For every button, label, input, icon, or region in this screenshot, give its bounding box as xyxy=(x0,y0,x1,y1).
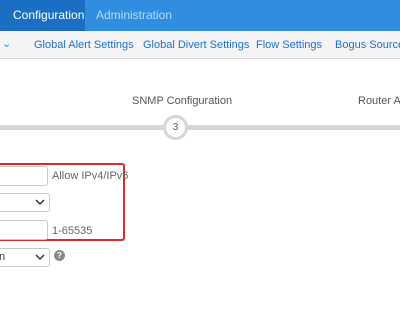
version-select-value: n xyxy=(0,251,6,263)
subnav-item-bogus-source[interactable]: Bogus Source I xyxy=(335,39,400,51)
version-select[interactable]: n xyxy=(0,248,50,267)
wizard-step-3[interactable]: 3 xyxy=(163,115,188,140)
tab-configuration[interactable]: Configuration xyxy=(0,0,85,31)
wizard-step-label-router-alert: Router Ale xyxy=(358,95,400,107)
wizard-step-label-snmp: SNMP Configuration xyxy=(132,95,233,107)
help-icon[interactable]: ? xyxy=(54,250,65,261)
sub-navigation-bar: ⌄ Global Alert Settings Global Divert Se… xyxy=(0,31,400,59)
chevron-down-icon xyxy=(35,199,45,206)
port-hint: 1-65535 xyxy=(52,225,93,237)
ip-address-input[interactable] xyxy=(0,166,48,186)
tab-administration[interactable]: Administration xyxy=(96,0,172,31)
subnav-item-global-alert-settings[interactable]: Global Alert Settings xyxy=(34,39,134,51)
protocol-select[interactable] xyxy=(0,193,50,212)
subnav-item-global-divert-settings[interactable]: Global Divert Settings xyxy=(143,39,249,51)
port-input[interactable] xyxy=(0,220,48,240)
ip-address-hint: Allow IPv4/IPv6 xyxy=(52,170,129,182)
chevron-down-icon[interactable]: ⌄ xyxy=(2,37,11,50)
wizard-progress-track xyxy=(0,125,400,130)
chevron-down-icon xyxy=(35,254,45,261)
top-navigation-bar: Configuration Administration xyxy=(0,0,400,31)
subnav-item-flow-settings[interactable]: Flow Settings xyxy=(256,39,322,51)
